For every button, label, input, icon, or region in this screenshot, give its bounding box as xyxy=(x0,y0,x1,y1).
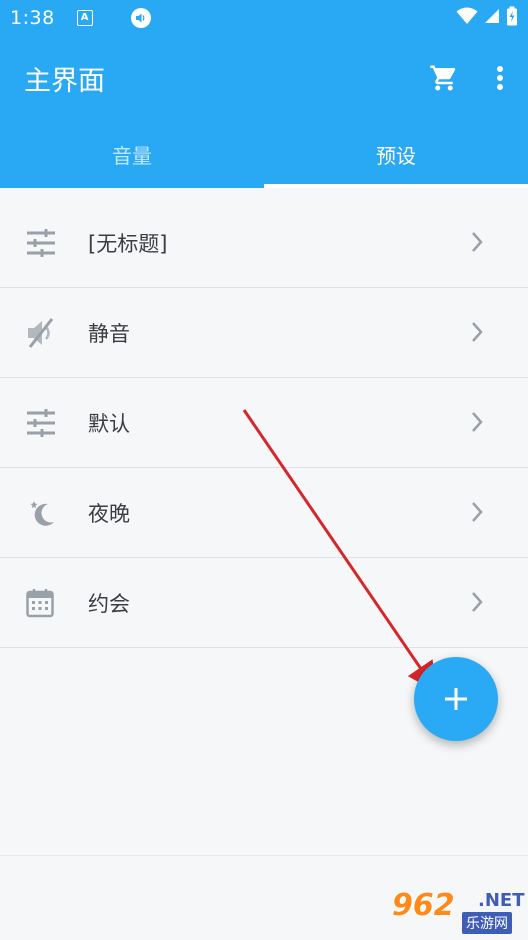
moon-icon xyxy=(30,500,54,526)
app-bar-actions xyxy=(416,50,528,106)
preset-item-default[interactable]: 默认 xyxy=(0,378,528,468)
sliders-icon xyxy=(27,408,55,437)
watermark-logo: 962 .NET 乐游网 xyxy=(392,888,524,936)
tab-presets[interactable]: 预设 xyxy=(264,120,528,188)
preset-label: [无标题] xyxy=(88,231,168,256)
battery-icon xyxy=(506,6,518,30)
status-bar: 1:38 A xyxy=(0,0,528,36)
calendar-icon xyxy=(26,588,54,617)
chevron-right-icon xyxy=(472,592,483,612)
wifi-icon xyxy=(456,7,478,29)
volume-notification-icon xyxy=(130,8,151,28)
signal-icon xyxy=(484,8,500,28)
chevron-right-icon xyxy=(472,232,483,252)
preset-item-night[interactable]: 夜晚 xyxy=(0,468,528,558)
sliders-icon xyxy=(27,228,55,257)
app-bar: 主界面 xyxy=(0,36,528,120)
status-time: 1:38 xyxy=(10,7,55,29)
watermark-sub: 乐游网 xyxy=(462,912,512,934)
more-options-button[interactable] xyxy=(472,50,528,106)
page-title: 主界面 xyxy=(24,65,105,97)
watermark-main: 962 xyxy=(392,888,455,923)
mute-icon xyxy=(28,317,54,348)
preset-label: 静音 xyxy=(88,321,130,346)
preset-list: [无标题] 静音 默认 夜晚 约会 xyxy=(0,198,528,648)
chevron-right-icon xyxy=(472,322,483,342)
preset-label: 约会 xyxy=(88,591,130,616)
tab-bar: 音量 预设 xyxy=(0,120,528,188)
preset-label: 默认 xyxy=(88,411,130,436)
more-vert-icon xyxy=(497,66,503,90)
tab-volume[interactable]: 音量 xyxy=(0,120,264,188)
chevron-right-icon xyxy=(472,412,483,432)
preset-label: 夜晚 xyxy=(88,501,130,526)
plus-icon xyxy=(445,688,467,710)
a-notification-icon: A xyxy=(76,10,93,26)
bottom-divider xyxy=(0,855,528,856)
preset-item-mute[interactable]: 静音 xyxy=(0,288,528,378)
preset-item-untitled[interactable]: [无标题] xyxy=(0,198,528,288)
cart-icon xyxy=(430,65,456,91)
chevron-right-icon xyxy=(472,502,483,522)
watermark-suffix: .NET xyxy=(478,890,525,911)
preset-item-date[interactable]: 约会 xyxy=(0,558,528,648)
add-preset-button[interactable] xyxy=(414,657,498,741)
cart-button[interactable] xyxy=(416,50,472,106)
